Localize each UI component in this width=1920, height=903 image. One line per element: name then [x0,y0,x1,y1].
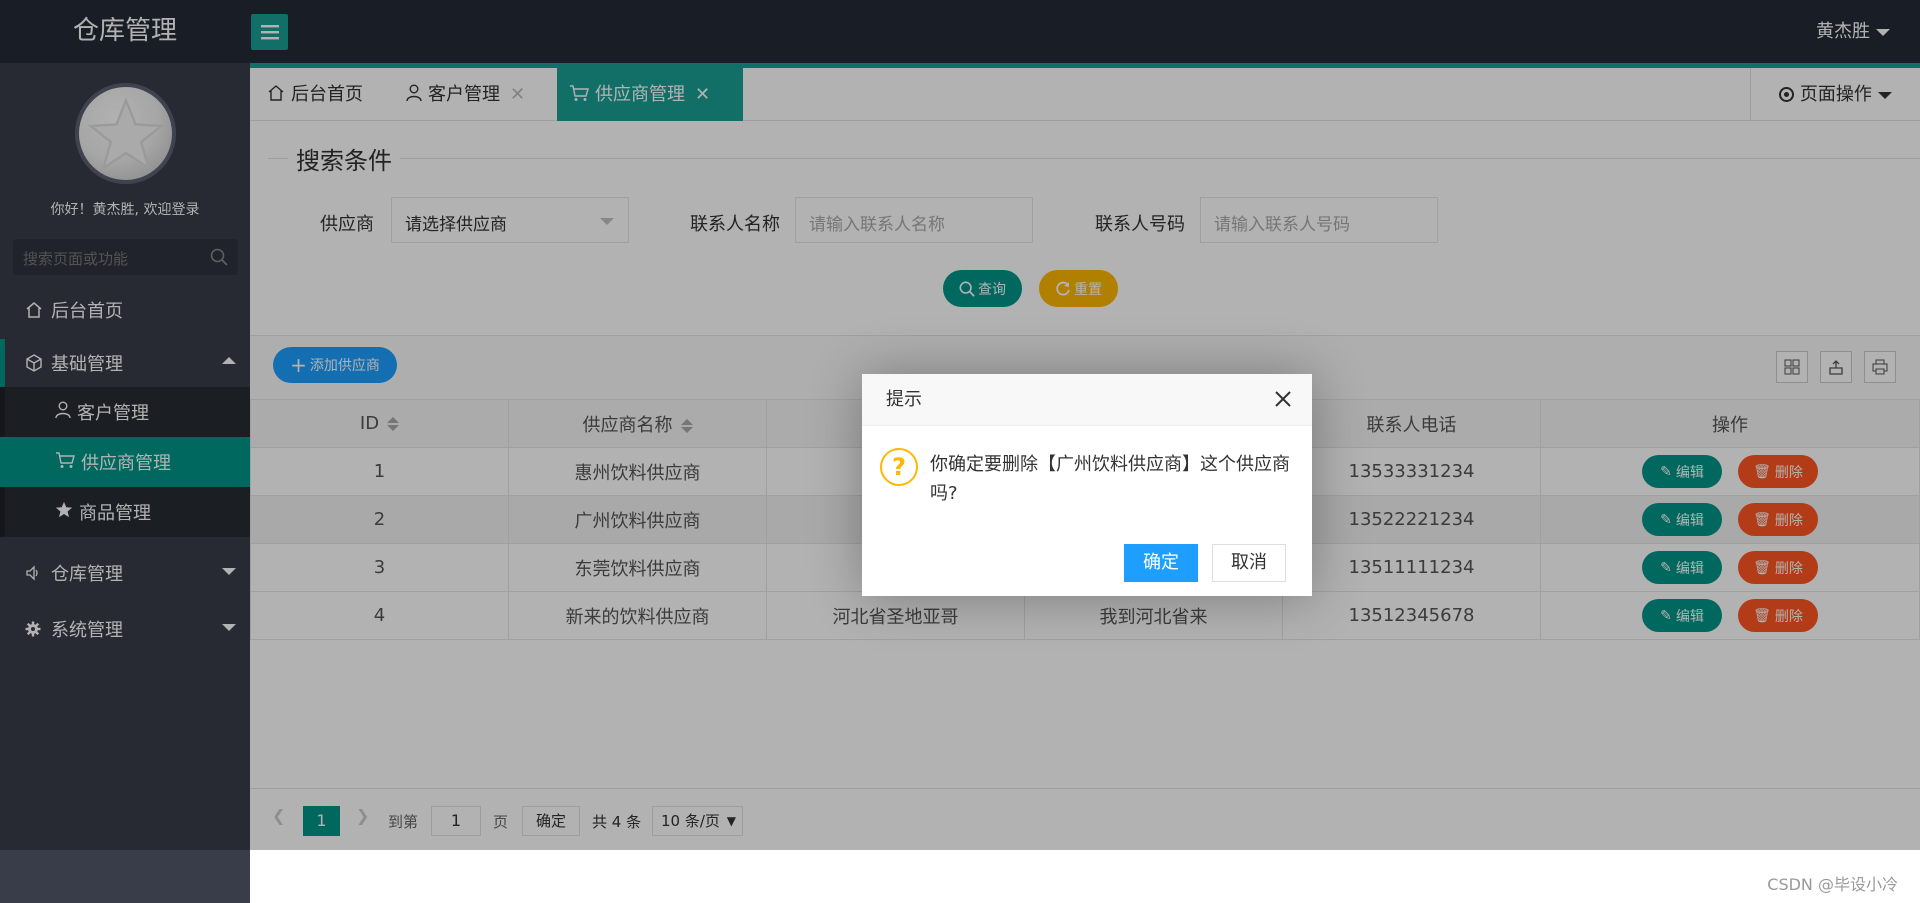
dialog-header: 提示 [862,374,1312,426]
dialog-message: 你确定要删除【广州饮料供应商】这个供应商吗? [930,454,1290,504]
app-root: 仓库管理 黄杰胜 你好！黄杰胜, 欢迎登录 搜索页面或功能 后台首页 基础管理 … [0,0,1920,903]
close-icon[interactable] [1274,390,1292,408]
dialog-cancel-button[interactable]: 取消 [1212,544,1286,582]
dialog-ok-button[interactable]: 确定 [1124,544,1198,582]
question-icon: ? [880,448,918,486]
dialog-title: 提示 [886,389,922,410]
watermark: CSDN @毕设小冷 [1767,875,1898,894]
confirm-dialog: 提示 ? 你确定要删除【广州饮料供应商】这个供应商吗? 确定 取消 [862,374,1312,596]
